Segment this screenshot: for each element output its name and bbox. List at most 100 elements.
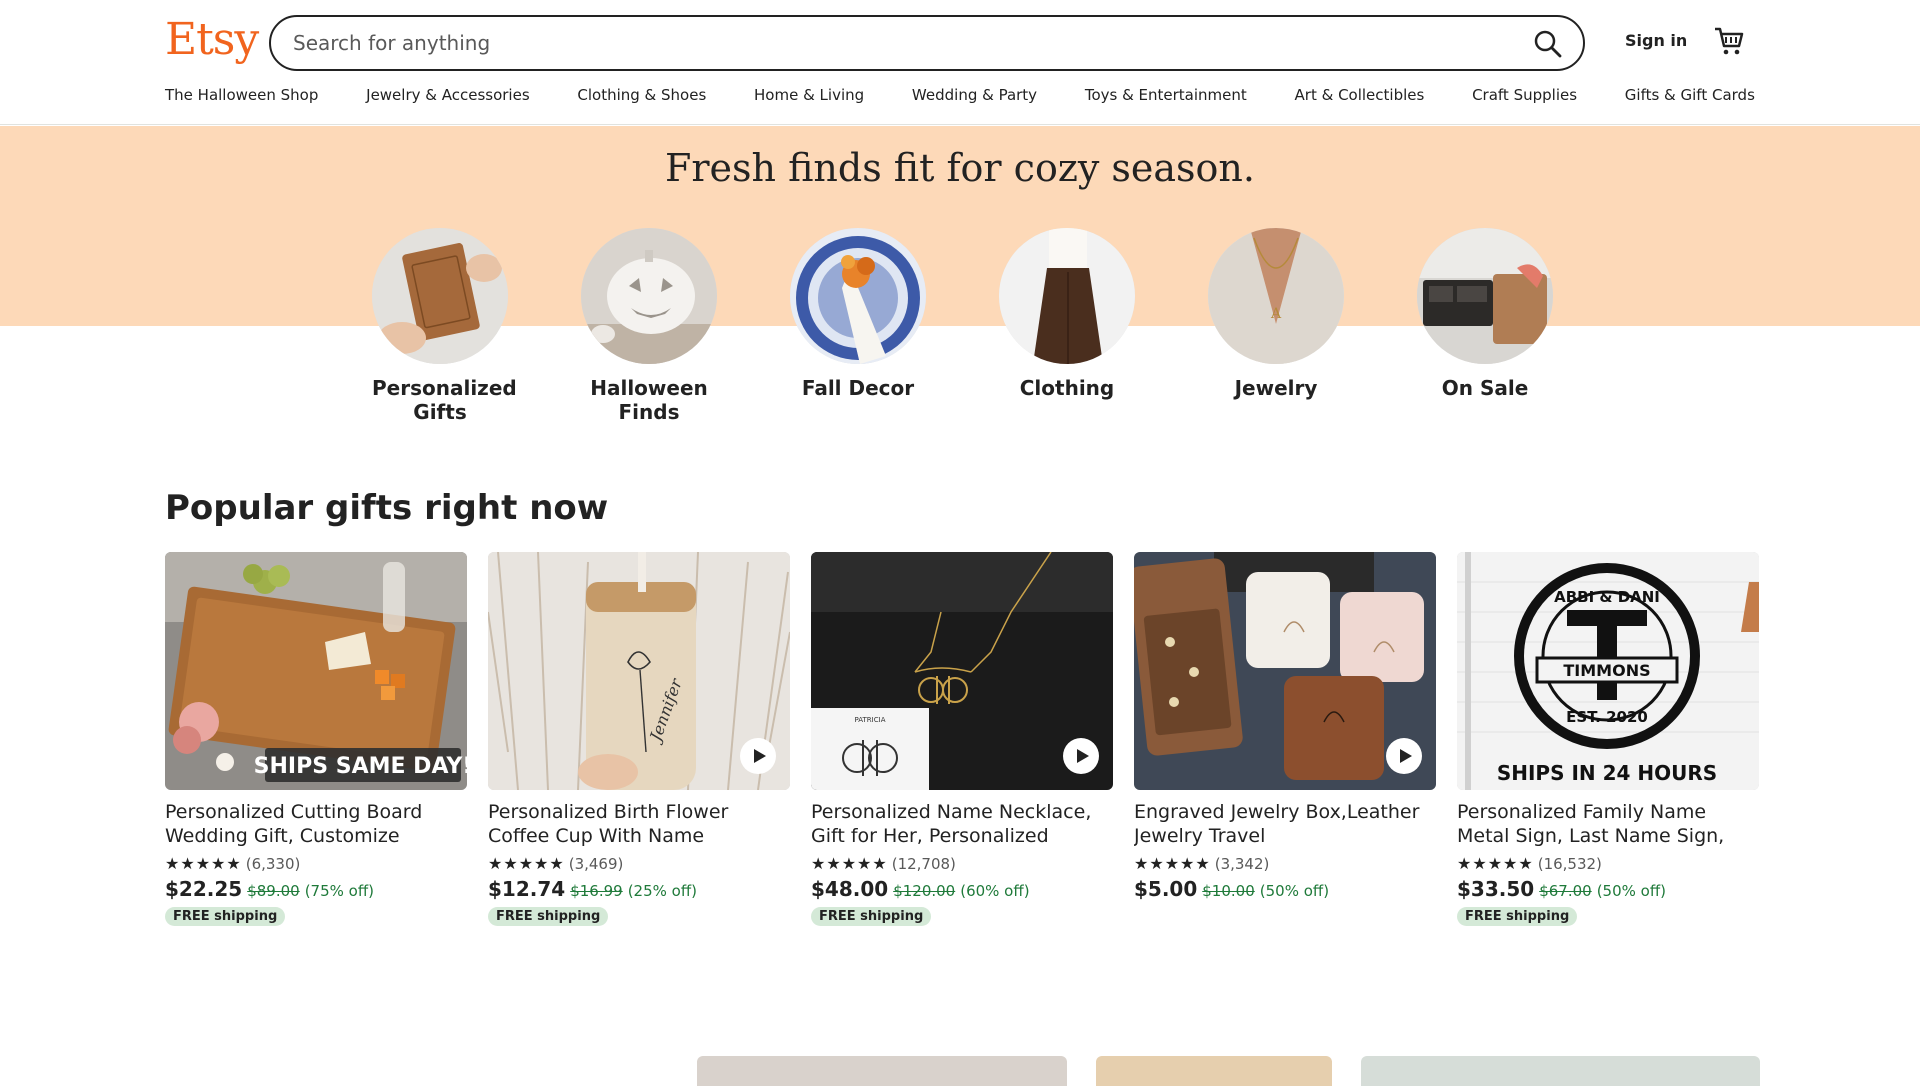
original-price: $10.00	[1202, 882, 1255, 900]
play-video-button[interactable]	[1063, 738, 1099, 774]
category-image	[790, 228, 926, 364]
star-rating-icon: ★★★★★	[811, 854, 888, 873]
star-rating-icon: ★★★★★	[165, 854, 242, 873]
etsy-logo[interactable]: Etsy	[165, 14, 259, 65]
search-bar[interactable]	[269, 15, 1585, 71]
cart-button[interactable]	[1712, 24, 1746, 58]
listing-image: SHIPS SAME DAY!	[165, 552, 467, 790]
listing-card[interactable]: TIMMONS ABBI & DANI EST. 2020 SHIPS IN 2…	[1457, 552, 1759, 926]
listing-price: $48.00 $120.00 (60% off)	[811, 877, 1113, 901]
listing-image: PATRICIA	[811, 552, 1113, 790]
nav-home-living[interactable]: Home & Living	[754, 86, 864, 110]
discount-percent: (50% off)	[1259, 882, 1330, 900]
review-count: (12,708)	[891, 854, 956, 873]
category-label: Clothing	[1019, 376, 1115, 400]
category-image	[581, 228, 717, 364]
search-input[interactable]	[293, 28, 1493, 58]
original-price: $89.00	[247, 882, 300, 900]
free-shipping-badge: FREE shipping	[1457, 907, 1578, 926]
category-image	[1417, 228, 1553, 364]
nav-wedding-party[interactable]: Wedding & Party	[912, 86, 1037, 110]
listing-card[interactable]: PATRICIA Personalized Name Necklace, Gif…	[811, 552, 1113, 926]
category-fall-decor[interactable]: Fall Decor	[790, 228, 926, 400]
listing-price: $33.50 $67.00 (50% off)	[1457, 877, 1759, 901]
listing-card[interactable]: Engraved Jewelry Box,Leather Jewelry Tra…	[1134, 552, 1436, 901]
hero-title: Fresh finds fit for cozy season.	[665, 146, 1255, 190]
category-circles: Personalized Gifts Halloween Finds Fall …	[372, 228, 1553, 438]
nav-clothing-shoes[interactable]: Clothing & Shoes	[577, 86, 706, 110]
category-label: On Sale	[1441, 376, 1529, 400]
listing-rating: ★★★★★ (3,342)	[1134, 854, 1436, 873]
svg-text:ABBI & DANI: ABBI & DANI	[1554, 588, 1660, 606]
review-count: (16,532)	[1537, 854, 1602, 873]
category-label: Jewelry	[1234, 376, 1318, 400]
review-count: (3,342)	[1214, 854, 1270, 873]
nav-craft-supplies[interactable]: Craft Supplies	[1472, 86, 1577, 110]
next-section-image	[1096, 1056, 1332, 1086]
sale-price: $5.00	[1134, 877, 1198, 901]
listing-rating: ★★★★★ (16,532)	[1457, 854, 1759, 873]
category-halloween-finds[interactable]: Halloween Finds	[581, 228, 717, 424]
listing-title[interactable]: Personalized Birth Flower Coffee Cup Wit…	[488, 800, 790, 848]
play-icon	[754, 749, 766, 763]
listing-image	[1134, 552, 1436, 790]
category-nav: The Halloween Shop Jewelry & Accessories…	[165, 86, 1755, 110]
nav-jewelry-accessories[interactable]: Jewelry & Accessories	[366, 86, 530, 110]
discount-percent: (25% off)	[627, 882, 698, 900]
listing-image: TIMMONS ABBI & DANI EST. 2020 SHIPS IN 2…	[1457, 552, 1759, 790]
discount-percent: (50% off)	[1596, 882, 1667, 900]
original-price: $120.00	[893, 882, 956, 900]
free-shipping-badge: FREE shipping	[811, 907, 932, 926]
listing-rating: ★★★★★ (3,469)	[488, 854, 790, 873]
sign-in-link[interactable]: Sign in	[1625, 31, 1687, 50]
svg-text:PATRICIA: PATRICIA	[855, 716, 886, 724]
star-rating-icon: ★★★★★	[488, 854, 565, 873]
play-icon	[1400, 749, 1412, 763]
category-clothing[interactable]: Clothing	[999, 228, 1135, 400]
category-on-sale[interactable]: On Sale	[1417, 228, 1553, 400]
review-count: (3,469)	[568, 854, 624, 873]
search-icon	[1534, 30, 1562, 58]
next-section-image	[1361, 1056, 1760, 1086]
play-video-button[interactable]	[740, 738, 776, 774]
listing-price: $22.25 $89.00 (75% off)	[165, 877, 467, 901]
category-label: Halloween Finds	[590, 376, 708, 424]
nav-halloween-shop[interactable]: The Halloween Shop	[165, 86, 318, 110]
svg-text:SHIPS SAME DAY!: SHIPS SAME DAY!	[254, 754, 467, 779]
review-count: (6,330)	[245, 854, 301, 873]
category-personalized-gifts[interactable]: Personalized Gifts	[372, 228, 517, 424]
listing-title[interactable]: Personalized Cutting Board Wedding Gift,…	[165, 800, 467, 848]
nav-art-collectibles[interactable]: Art & Collectibles	[1295, 86, 1425, 110]
section-title: Popular gifts right now	[165, 488, 609, 528]
listing-image: Jennifer	[488, 552, 790, 790]
listing-price: $5.00 $10.00 (50% off)	[1134, 877, 1436, 901]
sale-price: $22.25	[165, 877, 243, 901]
play-video-button[interactable]	[1386, 738, 1422, 774]
category-jewelry[interactable]: A Jewelry	[1208, 228, 1344, 400]
original-price: $67.00	[1539, 882, 1592, 900]
listing-title[interactable]: Personalized Name Necklace, Gift for Her…	[811, 800, 1113, 848]
nav-gifts-gift-cards[interactable]: Gifts & Gift Cards	[1625, 86, 1755, 110]
free-shipping-badge: FREE shipping	[165, 907, 286, 926]
listing-price: $12.74 $16.99 (25% off)	[488, 877, 790, 901]
svg-text:EST. 2020: EST. 2020	[1566, 708, 1648, 726]
next-section-image	[697, 1056, 1067, 1086]
sale-price: $33.50	[1457, 877, 1535, 901]
svg-text:TIMMONS: TIMMONS	[1563, 661, 1650, 680]
free-shipping-badge: FREE shipping	[488, 907, 609, 926]
listing-card[interactable]: Jennifer Personalized Birth Flower Coffe…	[488, 552, 790, 926]
svg-text:A: A	[1270, 306, 1282, 322]
category-image	[372, 228, 508, 364]
discount-percent: (75% off)	[304, 882, 375, 900]
listing-title[interactable]: Engraved Jewelry Box,Leather Jewelry Tra…	[1134, 800, 1436, 848]
search-button[interactable]	[1531, 27, 1565, 61]
listing-title[interactable]: Personalized Family Name Metal Sign, Las…	[1457, 800, 1759, 848]
popular-gifts-list: SHIPS SAME DAY! Personalized Cutting Boa…	[165, 552, 1760, 942]
category-label: Personalized Gifts	[372, 376, 517, 424]
play-icon	[1077, 749, 1089, 763]
sale-price: $48.00	[811, 877, 889, 901]
svg-text:SHIPS IN 24 HOURS: SHIPS IN 24 HOURS	[1497, 761, 1717, 785]
nav-toys-entertainment[interactable]: Toys & Entertainment	[1085, 86, 1247, 110]
cart-icon	[1715, 27, 1744, 55]
listing-card[interactable]: SHIPS SAME DAY! Personalized Cutting Boa…	[165, 552, 467, 926]
